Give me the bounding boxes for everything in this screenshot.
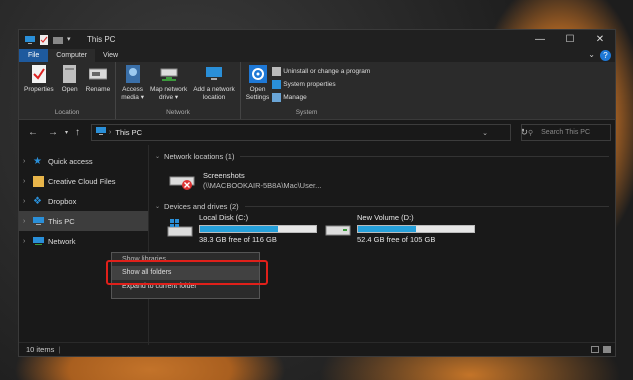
minimize-button[interactable]: —: [525, 30, 555, 49]
section-network-locations[interactable]: ⌄ Network locations (1): [155, 149, 609, 163]
ribbon-group-location: Properties Open Rename Location: [19, 62, 117, 119]
computer-icon: [25, 35, 35, 45]
search-input[interactable]: ⚲ Search This PC: [521, 124, 611, 141]
drive-item-c[interactable]: Local Disk (C:) 38.3 GB free of 116 GB: [167, 213, 325, 245]
back-arrow-icon[interactable]: ←: [28, 127, 38, 138]
tab-file[interactable]: File: [19, 49, 49, 62]
dropbox-icon: ❖: [33, 195, 42, 207]
sidebar-item-quick-access[interactable]: › ★ Quick access: [19, 151, 148, 171]
manage-button[interactable]: Manage: [272, 91, 370, 104]
window-title: This PC: [87, 35, 116, 44]
address-dropdown-icon[interactable]: ⌄: [482, 129, 488, 137]
title-bar: ▾ This PC — ☐ ✕: [19, 30, 615, 49]
group-label-location: Location: [54, 109, 80, 116]
ribbon-group-network: Access media ▾ Map network drive ▾ Add a…: [116, 62, 241, 119]
network-location-name: Screenshots: [203, 171, 245, 180]
sidebar-item-creative-cloud[interactable]: › Creative Cloud Files: [19, 171, 148, 191]
quick-access-dropdown-icon[interactable]: ▾: [67, 35, 77, 45]
system-properties-button[interactable]: System properties: [272, 78, 370, 91]
properties-quick-icon[interactable]: [39, 34, 49, 45]
close-button[interactable]: ✕: [585, 30, 615, 49]
uninstall-program-button[interactable]: Uninstall or change a program: [272, 65, 370, 78]
star-icon: ★: [33, 155, 42, 167]
access-media-button[interactable]: Access media ▾: [118, 64, 147, 109]
recent-locations-icon[interactable]: ▾: [65, 129, 68, 136]
help-icon[interactable]: ?: [600, 50, 611, 61]
system-properties-icon: [272, 80, 282, 89]
sidebar-item-network[interactable]: › Network: [19, 231, 148, 251]
details-view-icon[interactable]: [591, 346, 599, 353]
explorer-window: ▾ This PC — ☐ ✕ File Computer View ⌄ ? P…: [18, 29, 616, 357]
open-icon: [60, 64, 80, 84]
rename-icon: [88, 64, 108, 84]
status-bar: 10 items |: [19, 342, 615, 356]
computer-icon: [96, 127, 107, 138]
tab-view[interactable]: View: [95, 49, 126, 62]
ribbon-group-system: Open Settings Uninstall or change a prog…: [241, 62, 373, 119]
network-location-path: (\\MACBOOKAIR-5B8A\Mac\User...: [203, 181, 322, 190]
search-icon: ⚲: [528, 129, 534, 137]
up-arrow-icon[interactable]: ↑: [75, 127, 80, 138]
disconnected-network-drive-icon: [169, 169, 197, 193]
uninstall-icon: [272, 67, 282, 76]
map-network-drive-icon: [159, 64, 179, 84]
group-label-network: Network: [166, 109, 190, 116]
drive-usage-bar: [357, 225, 475, 233]
properties-icon: [29, 64, 49, 84]
map-network-drive-button[interactable]: Map network drive ▾: [147, 64, 190, 109]
drive-usage-bar: [199, 225, 317, 233]
windows-drive-icon: [167, 218, 193, 240]
large-icons-view-icon[interactable]: [603, 346, 611, 353]
new-folder-quick-icon[interactable]: [53, 35, 63, 45]
add-network-location-button[interactable]: Add a network location: [190, 64, 238, 109]
collapse-chevron-icon[interactable]: ⌄: [155, 203, 160, 210]
breadcrumb[interactable]: This PC: [115, 128, 142, 137]
sidebar-item-dropbox[interactable]: › ❖ Dropbox: [19, 191, 148, 211]
gear-icon: [248, 64, 268, 84]
ribbon: Properties Open Rename Location Access m…: [19, 62, 615, 120]
network-icon: [33, 236, 44, 247]
forward-arrow-icon[interactable]: →: [48, 127, 58, 138]
content-pane: ⌄ Network locations (1) Screenshots (\\MA…: [149, 145, 615, 345]
ribbon-tabs: File Computer View ⌄ ?: [19, 49, 615, 62]
network-location-item[interactable]: Screenshots (\\MACBOOKAIR-5B8A\Mac\User.…: [169, 167, 609, 195]
drive-name: New Volume (D:): [357, 213, 414, 222]
rename-button[interactable]: Rename: [83, 64, 114, 109]
manage-icon: [272, 93, 282, 102]
section-devices-drives[interactable]: ⌄ Devices and drives (2): [155, 199, 609, 213]
breadcrumb-separator-icon: ›: [109, 129, 112, 136]
drive-item-d[interactable]: New Volume (D:) 52.4 GB free of 105 GB: [325, 213, 483, 245]
drive-free-space: 52.4 GB free of 105 GB: [357, 235, 436, 244]
drive-icon: [325, 218, 351, 240]
access-media-icon: [123, 64, 143, 84]
properties-button[interactable]: Properties: [21, 64, 57, 109]
creative-cloud-icon: [33, 175, 44, 187]
tab-computer[interactable]: Computer: [48, 49, 96, 62]
sidebar-item-this-pc[interactable]: › This PC: [19, 211, 148, 231]
open-settings-button[interactable]: Open Settings: [243, 64, 273, 109]
open-button[interactable]: Open: [57, 64, 83, 109]
drive-free-space: 38.3 GB free of 116 GB: [199, 235, 277, 244]
group-label-system: System: [295, 109, 318, 116]
item-count: 10 items: [26, 345, 55, 354]
collapse-chevron-icon[interactable]: ⌄: [155, 153, 160, 160]
maximize-button[interactable]: ☐: [555, 30, 585, 49]
address-bar[interactable]: › This PC ⌄ ↻: [91, 124, 528, 141]
highlight-annotation: [106, 260, 268, 285]
navigation-pane: › ★ Quick access › Creative Cloud Files › ❖ D…: [19, 145, 149, 345]
add-network-location-icon: [204, 64, 224, 84]
address-row: ← → ▾ ↑ › This PC ⌄ ↻ ⚲ Search This PC: [19, 120, 615, 145]
ribbon-expand-icon[interactable]: ⌄: [588, 50, 595, 59]
drive-name: Local Disk (C:): [199, 213, 249, 222]
computer-icon: [33, 216, 44, 227]
